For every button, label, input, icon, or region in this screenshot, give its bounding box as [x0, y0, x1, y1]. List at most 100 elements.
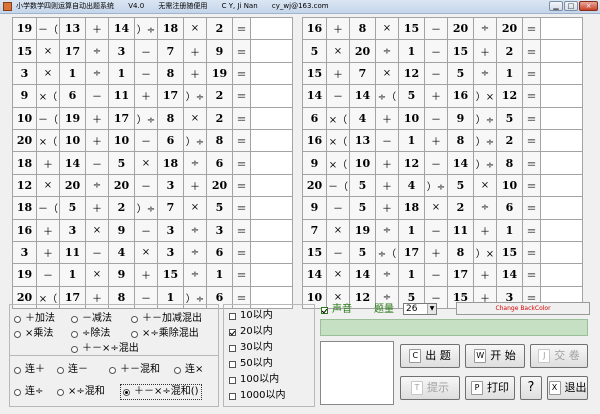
answer-input-left-11[interactable] — [251, 242, 292, 263]
number-cell: 15 — [12, 39, 37, 63]
number-cell: 7 — [157, 39, 184, 63]
number-cell: 1 — [108, 61, 135, 86]
answer-input-left-5[interactable] — [251, 108, 292, 129]
operator-cell: ÷ — [375, 39, 399, 63]
number-cell: 9 — [447, 106, 474, 130]
answer-input-right-1[interactable] — [541, 18, 582, 39]
answer-input-left-6[interactable] — [251, 130, 292, 151]
memo-textbox[interactable] — [320, 341, 394, 405]
answer-input-right-8[interactable] — [541, 175, 582, 196]
answer-input-left-4[interactable] — [251, 85, 292, 107]
answer-input-right-7[interactable] — [541, 152, 582, 174]
answer-input-right-12[interactable] — [541, 264, 582, 286]
answer-input-right-2[interactable] — [541, 40, 582, 62]
generate-button[interactable]: C出 题 — [400, 344, 460, 368]
number-cell: 12 — [12, 173, 37, 198]
answer-input-left-7[interactable] — [251, 152, 292, 174]
range-option[interactable]: 100以内 — [229, 374, 279, 386]
sound-checkbox[interactable]: 声音 — [321, 304, 352, 316]
number-cell: 1 — [398, 39, 425, 63]
option-add-sub-and[interactable]: ＋－混和 — [109, 364, 160, 376]
option-multiply[interactable]: ×乘法 — [14, 328, 53, 340]
option-add-sub-mix[interactable]: ＋－加减混出 — [131, 313, 202, 325]
exit-button[interactable]: X 退出 — [547, 376, 588, 400]
operator-cell: ×（ — [326, 106, 350, 130]
number-cell: 11 — [447, 218, 474, 242]
option-subtract[interactable]: －减法 — [71, 313, 112, 325]
number-cell: 2 — [206, 84, 233, 108]
option-chain-div[interactable]: 连÷ — [14, 386, 43, 398]
option-all-mix[interactable]: ＋－×÷混出 — [71, 343, 139, 355]
number-cell: 15 — [398, 16, 425, 41]
help-button[interactable]: ? — [520, 376, 542, 400]
answer-input-left-8[interactable] — [251, 175, 292, 196]
option-mul-div-mix[interactable]: ×÷乘除混出 — [131, 328, 199, 340]
range-option[interactable]: 10以内 — [229, 310, 273, 322]
option-chain-sub[interactable]: 连－ — [57, 364, 88, 376]
number-cell: 3 — [59, 218, 86, 242]
range-option[interactable]: 20以内 — [229, 326, 273, 338]
ops-divider — [10, 355, 218, 356]
operator-cell: － — [134, 128, 158, 153]
answer-input-right-9[interactable] — [541, 197, 582, 218]
answer-input-left-12[interactable] — [251, 264, 292, 286]
operator-cell: ÷ — [473, 61, 497, 86]
number-cell: 13 — [349, 128, 376, 153]
problem-row: 12 × 20 ÷ 20 － 3 ＋ 20 ＝ — [12, 173, 293, 198]
title-app-name: 小学数学四则运算自动出题系统 — [16, 2, 114, 10]
operator-cell: ＋ — [473, 263, 497, 287]
operator-cell: ＋ — [326, 61, 350, 86]
hint-button[interactable]: T 提示 — [400, 376, 460, 400]
radio-icon — [14, 330, 21, 338]
radio-icon — [131, 315, 138, 323]
operator-cell: － — [134, 61, 158, 86]
number-cell: 1 — [59, 263, 86, 287]
answer-input-right-5[interactable] — [541, 108, 582, 129]
range-option[interactable]: 50以内 — [229, 358, 273, 370]
submit-button[interactable]: J交 卷 — [530, 344, 588, 368]
operator-cell: ＝ — [232, 151, 251, 175]
title-bar[interactable]: 小学数学四则运算自动出题系统 V4.0 无需注册随便用 C Y, Ji Nan … — [0, 0, 600, 14]
option-chain-add[interactable]: 连＋ — [14, 364, 45, 376]
number-cell: 20 — [12, 128, 37, 153]
start-button[interactable]: W开 始 — [465, 344, 525, 368]
operator-cell: ）÷ — [473, 106, 497, 130]
answer-input-left-1[interactable] — [251, 18, 292, 39]
answer-input-right-10[interactable] — [541, 220, 582, 241]
close-button[interactable]: × — [579, 1, 598, 11]
number-cell: 10 — [398, 106, 425, 130]
answer-input-left-10[interactable] — [251, 220, 292, 241]
answer-input-right-3[interactable] — [541, 63, 582, 84]
operator-cell: ）× — [473, 240, 497, 265]
option-all-mix-bracket[interactable]: ＋－×÷混和() — [120, 384, 202, 400]
operator-cell: ÷ — [183, 218, 207, 242]
option-mul-div-and[interactable]: ×÷混和 — [57, 386, 105, 398]
number-cell: 14 — [108, 16, 135, 41]
answer-input-right-11[interactable] — [541, 242, 582, 263]
operator-cell: － — [424, 16, 448, 41]
change-backcolor-button[interactable]: Change BackColor — [456, 302, 590, 315]
answer-input-right-6[interactable] — [541, 130, 582, 151]
question-count-select[interactable]: 26 ▼ — [403, 303, 437, 315]
option-divide[interactable]: ÷除法 — [71, 328, 110, 340]
answer-input-left-2[interactable] — [251, 40, 292, 62]
range-option[interactable]: 1000以内 — [229, 390, 285, 402]
range-option[interactable]: 30以内 — [229, 342, 273, 354]
operator-cell: × — [183, 106, 207, 130]
operator-cell: － — [424, 151, 448, 175]
minimize-button[interactable]: ▁ — [549, 1, 563, 11]
print-button[interactable]: P 打印 — [465, 376, 515, 400]
number-cell: 14 — [349, 263, 376, 287]
radio-icon — [71, 345, 78, 353]
answer-input-left-9[interactable] — [251, 197, 292, 218]
problem-row: 16 ×（ 13 － 1 ＋ 8 ）÷ 2 ＝ — [302, 128, 583, 153]
option-chain-mul[interactable]: 连× — [174, 364, 203, 376]
maximize-button[interactable]: □ — [564, 1, 578, 11]
operator-cell: ）÷ — [183, 84, 207, 108]
operator-cell: ）÷ — [134, 106, 158, 130]
answer-input-left-3[interactable] — [251, 63, 292, 84]
option-add[interactable]: ＋加法 — [14, 313, 55, 325]
answer-input-right-4[interactable] — [541, 85, 582, 107]
number-cell: 15 — [157, 263, 184, 287]
number-cell: 17 — [447, 263, 474, 287]
